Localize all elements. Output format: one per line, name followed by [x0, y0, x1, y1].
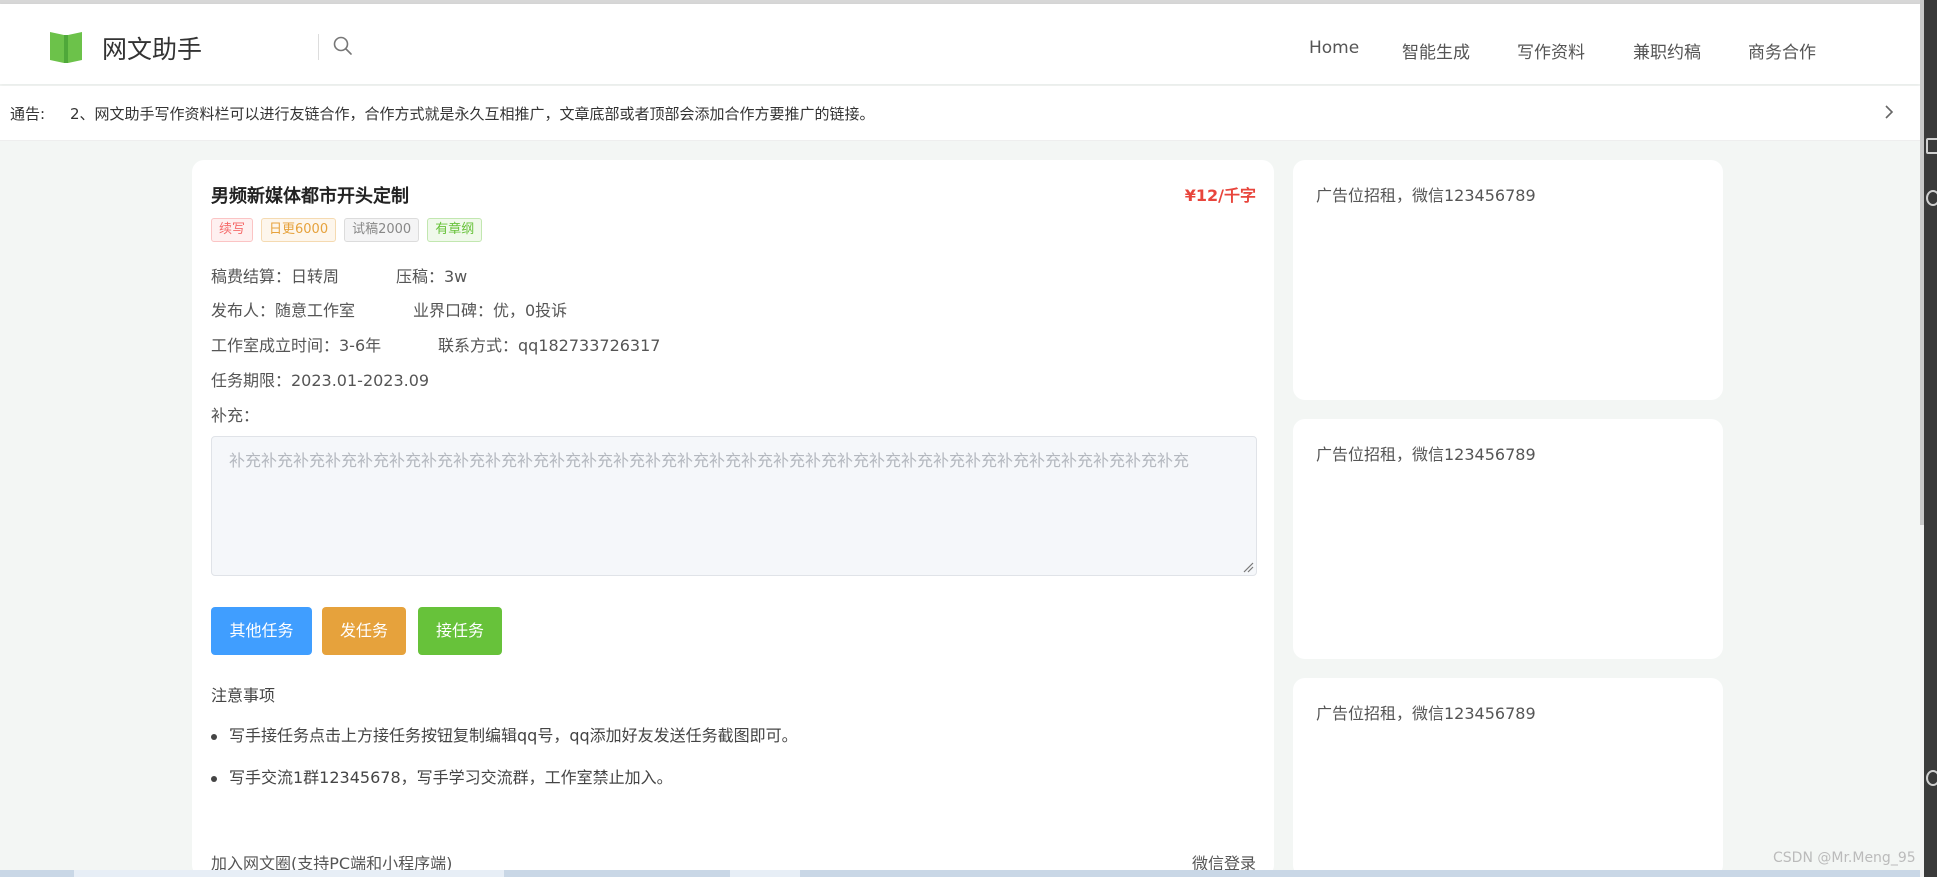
editor-side-strip [1920, 0, 1937, 877]
tag-continue: 续写 [211, 218, 254, 242]
csdn-watermark: CSDN @Mr.Meng_95 [1773, 850, 1916, 866]
nav-part-time-jobs[interactable]: 兼职约稿 [1633, 38, 1701, 63]
info-founded: 工作室成立时间：3-6年 [211, 336, 382, 355]
job-tags: 续写 日更6000 试稿2000 有章纲 [211, 218, 483, 242]
note-item: 写手接任务点击上方接任务按钮复制编辑qq号，qq添加好友发送任务截图即可。 [211, 722, 798, 746]
tag-trial: 试稿2000 [344, 218, 420, 242]
post-task-button[interactable]: 发任务 [322, 607, 406, 655]
notice-label: 通告: [10, 105, 46, 123]
other-tasks-button[interactable]: 其他任务 [211, 607, 312, 655]
bullet-dot [211, 733, 217, 740]
scroll-thumb[interactable] [74, 870, 504, 877]
info-deposit: 压稿：3w [396, 267, 468, 286]
vertical-scroll-thumb[interactable] [1920, 0, 1924, 525]
ad-text: 广告位招租，微信123456789 [1316, 445, 1536, 464]
nav-writing-materials[interactable]: 写作资料 [1517, 38, 1585, 63]
ad-slot-1[interactable]: 广告位招租，微信123456789 [1293, 160, 1723, 400]
nav-home[interactable]: Home [1309, 38, 1359, 58]
accept-task-button[interactable]: 接任务 [418, 607, 502, 655]
nav-smart-generate[interactable]: 智能生成 [1402, 38, 1470, 63]
notice-text[interactable]: 2、网文助手写作资料栏可以进行友链合作，合作方式就是永久互相推广，文章底部或者顶… [70, 103, 875, 124]
ad-slot-3[interactable]: 广告位招租，微信123456789 [1293, 678, 1723, 877]
info-settlement: 稿费结算：日转周 [211, 267, 340, 286]
bottom-scrollbar[interactable] [0, 870, 1920, 877]
ad-slot-2[interactable]: 广告位招租，微信123456789 [1293, 419, 1723, 659]
ad-text: 广告位招租，微信123456789 [1316, 704, 1536, 723]
resize-handle-icon[interactable] [1242, 561, 1254, 573]
job-title: 男频新媒体都市开头定制 [211, 186, 409, 207]
tag-daily-update: 日更6000 [261, 218, 337, 242]
circle-icon[interactable] [1926, 190, 1937, 206]
info-supplement-label: 补充： [211, 406, 260, 425]
note-text: 写手接任务点击上方接任务按钮复制编辑qq号，qq添加好友发送任务截图即可。 [229, 726, 798, 745]
scroll-segment [730, 870, 800, 877]
info-contact: 联系方式：qq182733726317 [438, 336, 661, 355]
site-logo-text[interactable]: 网文助手 [102, 30, 202, 66]
nav-business-cooperation[interactable]: 商务合作 [1748, 38, 1816, 63]
ad-text: 广告位招租，微信123456789 [1316, 186, 1536, 205]
note-text: 写手交流1群12345678，写手学习交流群，工作室禁止加入。 [229, 768, 673, 787]
info-period: 任务期限：2023.01-2023.09 [211, 371, 430, 390]
job-price: ¥12/千字 [1184, 186, 1256, 205]
panel-icon[interactable] [1926, 138, 1937, 154]
notice-bar: 通告: 2、网文助手写作资料栏可以进行友链合作，合作方式就是永久互相推广，文章底… [0, 86, 1920, 141]
notes-title: 注意事项 [211, 686, 276, 705]
book-logo-icon [50, 32, 82, 63]
supplement-placeholder: 补充补充补充补充补充补充补充补充补充补充补充补充补充补充补充补充补充补充补充补充… [229, 451, 1190, 470]
search-icon[interactable] [332, 35, 354, 57]
chevron-right-icon[interactable] [1882, 103, 1896, 121]
info-publisher: 发布人：随意工作室 [211, 301, 356, 320]
info-reputation: 业界口碑：优，0投诉 [413, 301, 568, 320]
search-divider [318, 34, 319, 60]
tag-outline: 有章纲 [427, 218, 483, 242]
note-item: 写手交流1群12345678，写手学习交流群，工作室禁止加入。 [211, 764, 673, 788]
top-header: 网文助手 Home 智能生成 写作资料 兼职约稿 商务合作 [0, 4, 1920, 84]
circle-icon[interactable] [1926, 770, 1937, 786]
job-detail-card: 男频新媒体都市开头定制 ¥12/千字 续写 日更6000 试稿2000 有章纲 … [192, 160, 1274, 877]
supplement-textarea[interactable]: 补充补充补充补充补充补充补充补充补充补充补充补充补充补充补充补充补充补充补充补充… [211, 436, 1257, 576]
bullet-dot [211, 775, 217, 782]
